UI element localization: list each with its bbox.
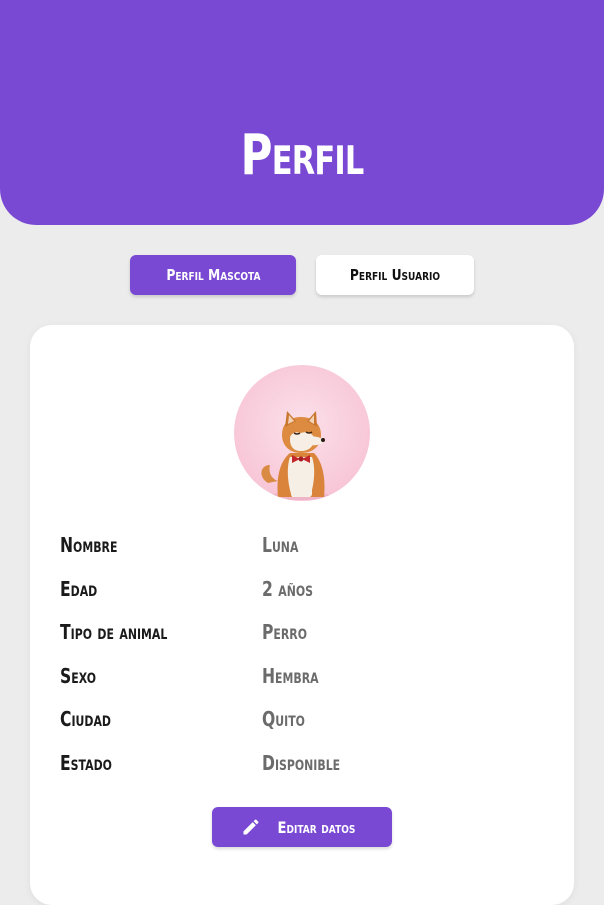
detail-value: Disponible — [262, 750, 341, 775]
detail-value: Hembra — [262, 663, 319, 688]
page-title: Perfil — [240, 123, 364, 188]
detail-value: Quito — [262, 707, 305, 732]
detail-label: Edad — [60, 576, 98, 601]
tab-user-profile[interactable]: Perfil Usuario — [316, 255, 474, 295]
pet-details: Nombre Luna Edad 2 años Tipo de animal P… — [60, 525, 550, 787]
dog-photo-icon — [261, 411, 330, 500]
profile-tabs: Perfil Mascota Perfil Usuario — [0, 255, 604, 295]
pet-avatar — [234, 365, 370, 501]
detail-value: 2 años — [262, 576, 314, 601]
detail-label: Tipo de animal — [60, 620, 168, 645]
detail-label: Sexo — [60, 663, 97, 688]
pet-profile-card: Nombre Luna Edad 2 años Tipo de animal P… — [30, 325, 574, 905]
detail-row-name: Nombre Luna — [60, 525, 550, 569]
detail-row-sex: Sexo Hembra — [60, 656, 550, 700]
detail-value: Luna — [262, 533, 299, 557]
header-banner: Perfil — [0, 0, 604, 225]
tab-pet-profile-label: Perfil Mascota — [165, 266, 261, 284]
tab-user-profile-label: Perfil Usuario — [349, 266, 441, 284]
detail-row-animal-type: Tipo de animal Perro — [60, 612, 550, 656]
detail-row-city: Ciudad Quito — [60, 699, 550, 743]
edit-data-button[interactable]: Editar datos — [212, 807, 392, 847]
detail-label: Ciudad — [60, 707, 111, 732]
detail-row-status: Estado Disponible — [60, 743, 550, 787]
tab-pet-profile[interactable]: Perfil Mascota — [130, 255, 296, 295]
detail-label: Nombre — [60, 533, 118, 557]
detail-label: Estado — [60, 750, 112, 775]
edit-data-label: Editar datos — [277, 817, 355, 837]
pencil-icon — [243, 819, 259, 835]
detail-row-age: Edad 2 años — [60, 569, 550, 613]
detail-value: Perro — [262, 620, 307, 645]
